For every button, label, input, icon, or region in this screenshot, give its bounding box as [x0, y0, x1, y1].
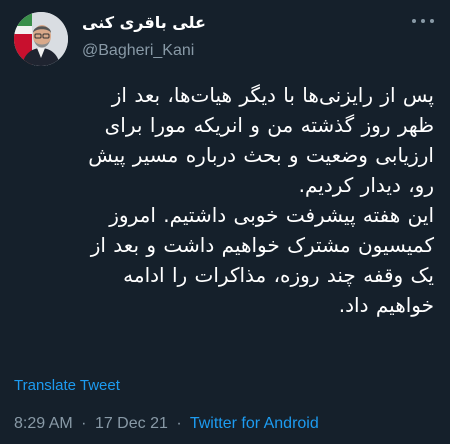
separator: · [81, 415, 87, 432]
tweet-meta: 8:29 AM · 17 Dec 21 · Twitter for Androi… [14, 414, 319, 434]
separator: · [176, 415, 182, 432]
tweet-time[interactable]: 8:29 AM [14, 415, 73, 432]
author-display-name[interactable]: علی باقری کنی [82, 12, 322, 34]
dot [421, 19, 425, 23]
tweet-card: علی باقری کنی @Bagheri_Kani پس از رایزنی… [0, 0, 450, 444]
author-handle[interactable]: @Bagheri_Kani [82, 40, 194, 62]
tweet-text: پس از رایزنی‌ها با دیگر هیات‌ها، بعد از … [88, 83, 434, 317]
tweet-date[interactable]: 17 Dec 21 [95, 415, 168, 432]
tweet-source-link[interactable]: Twitter for Android [190, 415, 319, 432]
more-horizontal-icon[interactable] [412, 14, 434, 28]
dot [412, 19, 416, 23]
dot [430, 19, 434, 23]
avatar[interactable] [14, 12, 68, 66]
translate-tweet-link[interactable]: Translate Tweet [14, 376, 120, 396]
profile-photo [14, 12, 68, 66]
